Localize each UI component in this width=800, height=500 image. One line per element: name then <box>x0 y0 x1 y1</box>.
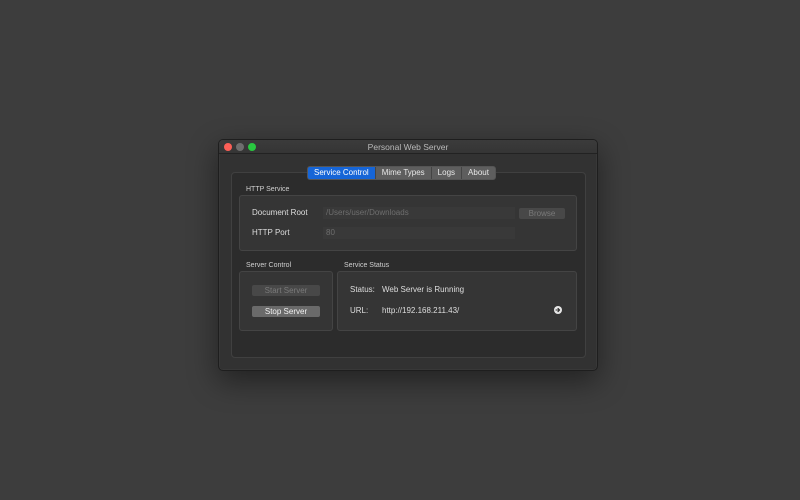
arrow-right-circle-icon[interactable] <box>554 306 562 314</box>
service-status-group-title: Service Status <box>344 262 390 269</box>
tab-service-control[interactable]: Service Control <box>308 167 375 179</box>
http-port-label: HTTP Port <box>252 228 290 237</box>
browse-button[interactable]: Browse <box>519 208 565 219</box>
url-label: URL: <box>350 306 369 315</box>
document-root-label: Document Root <box>252 208 308 217</box>
server-control-group-title: Server Control <box>246 262 292 269</box>
arrow-right-glyph <box>555 307 561 313</box>
service-status-group: Status: Web Server is Running URL: http:… <box>337 271 577 331</box>
status-label: Status: <box>350 285 375 294</box>
tab-mime-types[interactable]: Mime Types <box>374 167 431 179</box>
http-service-group: Document Root /Users/user/Downloads Brow… <box>239 195 577 251</box>
start-server-button[interactable]: Start Server <box>252 285 320 296</box>
tab-about[interactable]: About <box>461 167 495 179</box>
stop-server-button[interactable]: Stop Server <box>252 306 320 317</box>
url-value: http://192.168.211.43/ <box>382 306 460 315</box>
app-window: Personal Web Server Service Control Mime… <box>218 139 598 371</box>
document-root-field[interactable]: /Users/user/Downloads <box>323 207 515 219</box>
tab-bar: Service Control Mime Types Logs About <box>307 166 496 180</box>
http-service-group-title: HTTP Service <box>246 186 290 193</box>
title-bar[interactable]: Personal Web Server <box>219 140 597 154</box>
tab-logs[interactable]: Logs <box>430 167 461 179</box>
server-control-group: Start Server Stop Server <box>239 271 333 331</box>
http-port-field[interactable]: 80 <box>323 227 515 239</box>
status-value: Web Server is Running <box>382 285 465 294</box>
window-title: Personal Web Server <box>367 142 449 152</box>
